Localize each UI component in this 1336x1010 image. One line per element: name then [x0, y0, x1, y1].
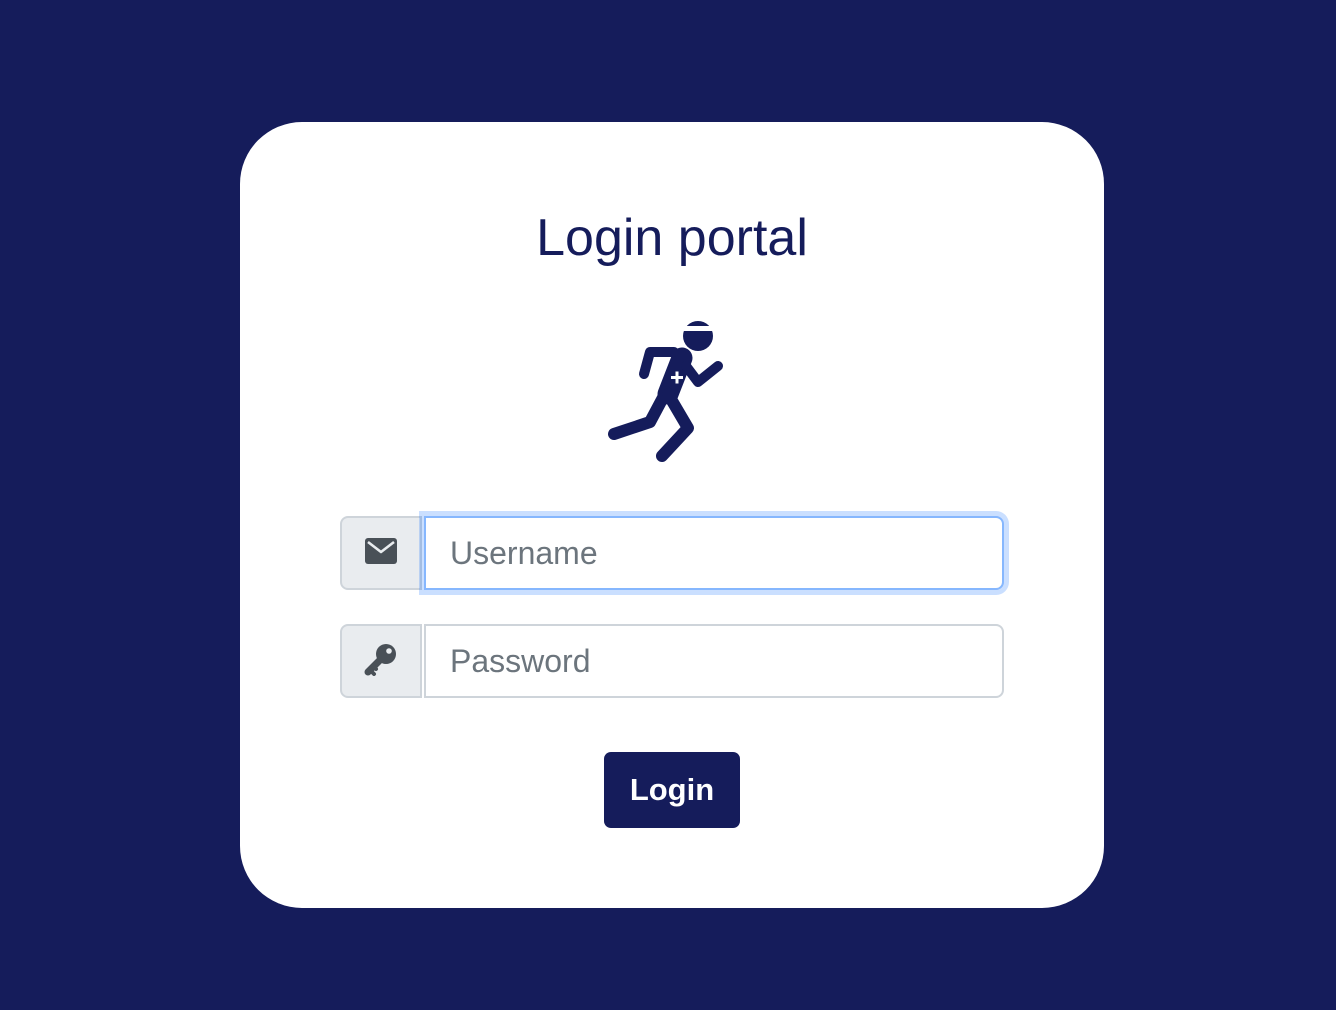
password-input[interactable] — [424, 624, 1004, 698]
username-group — [340, 516, 1004, 592]
username-addon — [340, 516, 422, 590]
running-person-icon — [600, 318, 734, 464]
envelope-icon — [365, 537, 397, 569]
page-title: Login portal — [536, 209, 808, 267]
login-button[interactable]: Login — [604, 752, 740, 828]
password-group — [340, 624, 1004, 700]
password-addon — [340, 624, 422, 698]
username-input[interactable] — [424, 516, 1004, 590]
key-icon — [364, 642, 398, 681]
login-card: Login portal Username Login — [240, 122, 1104, 908]
